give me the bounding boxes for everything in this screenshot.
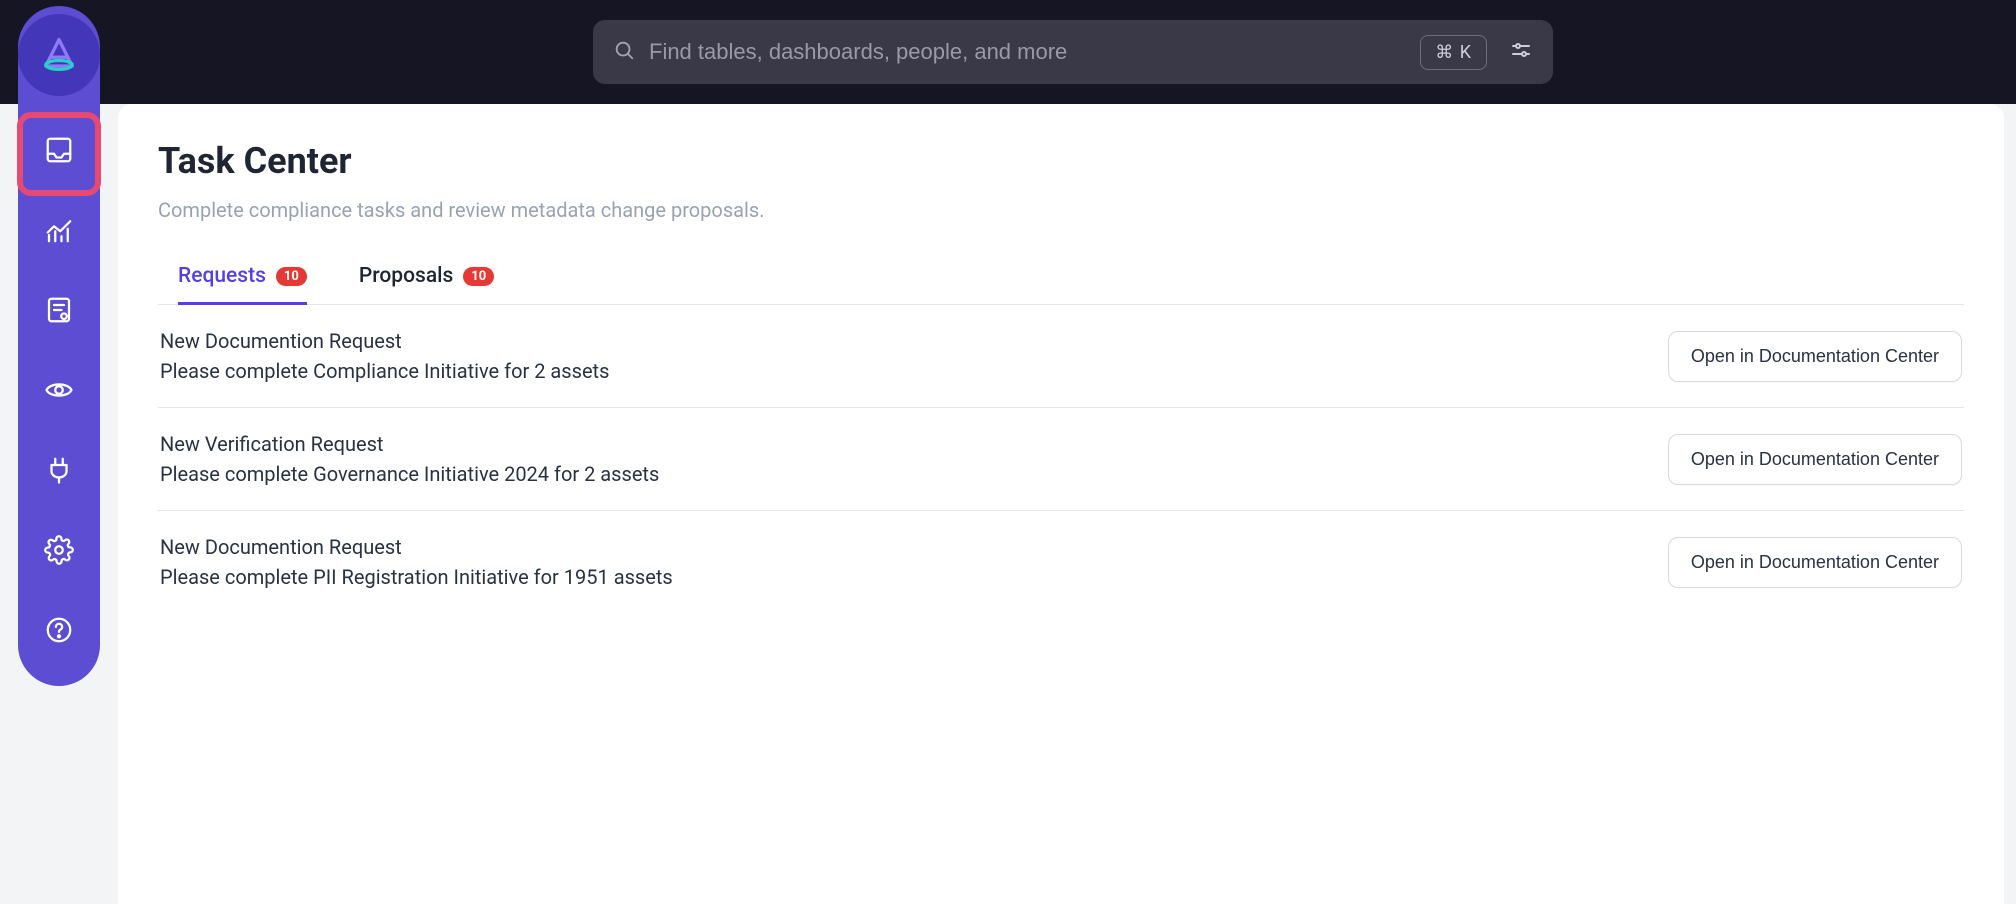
open-documentation-button[interactable]: Open in Documentation Center: [1668, 331, 1962, 382]
page-subtitle: Complete compliance tasks and review met…: [158, 198, 1964, 222]
task-row: New Verification Request Please complete…: [158, 408, 1964, 511]
tab-proposals[interactable]: Proposals 10: [359, 250, 494, 305]
tab-label: Proposals: [359, 264, 453, 288]
task-desc: Please complete Governance Initiative 20…: [160, 462, 659, 486]
nav-visibility[interactable]: [31, 362, 87, 418]
nav-documents[interactable]: [31, 282, 87, 338]
task-title: New Verification Request: [160, 432, 659, 456]
task-row: New Documention Request Please complete …: [158, 305, 1964, 408]
tab-badge: 10: [463, 267, 494, 286]
nav-integrations[interactable]: [31, 442, 87, 498]
task-text: New Documention Request Please complete …: [160, 535, 673, 589]
nav-analytics[interactable]: [31, 202, 87, 258]
main-panel: Task Center Complete compliance tasks an…: [118, 104, 2004, 904]
global-search[interactable]: ⌘ K: [593, 20, 1553, 84]
logo-icon: [37, 33, 81, 77]
task-title: New Documention Request: [160, 329, 609, 353]
sidebar: [18, 6, 100, 686]
sliders-icon[interactable]: [1501, 38, 1533, 66]
nav-inbox[interactable]: [31, 122, 87, 178]
search-icon: [613, 39, 635, 65]
task-desc: Please complete Compliance Initiative fo…: [160, 359, 609, 383]
open-documentation-button[interactable]: Open in Documentation Center: [1668, 434, 1962, 485]
task-desc: Please complete PII Registration Initiat…: [160, 565, 673, 589]
tabs: Requests 10 Proposals 10: [158, 250, 1964, 305]
tab-label: Requests: [178, 264, 266, 288]
nav-help[interactable]: [31, 602, 87, 658]
task-list: New Documention Request Please complete …: [158, 305, 1964, 613]
search-shortcut: ⌘ K: [1420, 35, 1487, 70]
task-title: New Documention Request: [160, 535, 673, 559]
search-input[interactable]: [649, 39, 1406, 65]
app-logo[interactable]: [18, 14, 100, 96]
task-text: New Verification Request Please complete…: [160, 432, 659, 486]
tab-requests[interactable]: Requests 10: [178, 250, 307, 305]
nav-settings[interactable]: [31, 522, 87, 578]
open-documentation-button[interactable]: Open in Documentation Center: [1668, 537, 1962, 588]
task-row: New Documention Request Please complete …: [158, 511, 1964, 613]
topbar: ⌘ K: [0, 0, 2016, 104]
task-text: New Documention Request Please complete …: [160, 329, 609, 383]
tab-badge: 10: [276, 267, 307, 286]
page-title: Task Center: [158, 140, 1964, 182]
